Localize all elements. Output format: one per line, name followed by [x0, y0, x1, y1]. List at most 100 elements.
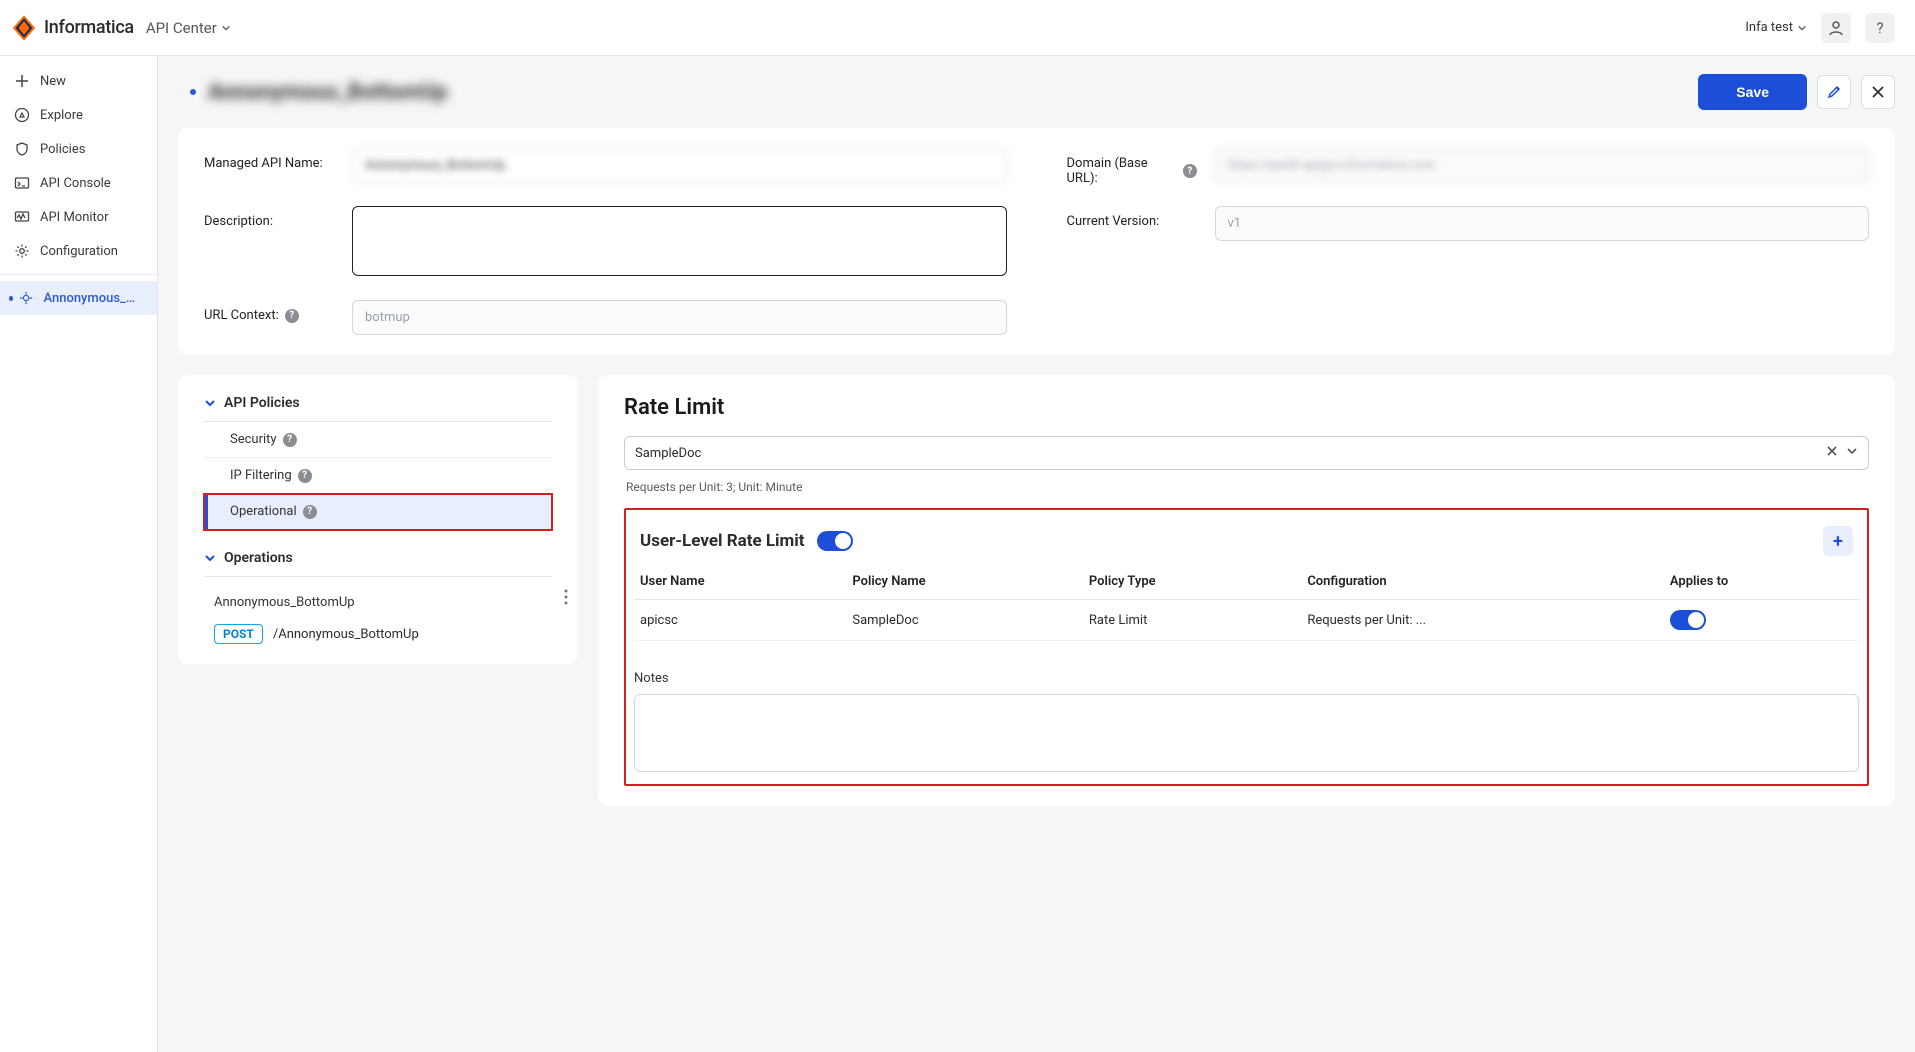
edit-icon: [1826, 84, 1842, 100]
unsaved-indicator-icon: [190, 89, 196, 95]
sidebar-item-active-api[interactable]: Annonymous_Bot...: [0, 281, 157, 315]
sidebar-item-explore[interactable]: Explore: [0, 98, 157, 132]
sidebar-item-api-console[interactable]: API Console: [0, 166, 157, 200]
user-level-title: User-Level Rate Limit: [640, 531, 805, 551]
save-button[interactable]: Save: [1698, 74, 1807, 110]
console-icon: [14, 175, 30, 191]
operation-name[interactable]: Annonymous_BottomUp: [204, 587, 552, 618]
sidebar-item-api-monitor[interactable]: API Monitor: [0, 200, 157, 234]
help-icon[interactable]: ?: [283, 433, 297, 447]
chevron-down-icon: [204, 397, 216, 409]
applies-to-toggle[interactable]: [1670, 610, 1706, 630]
version-input: [1215, 206, 1870, 241]
rate-limit-combo[interactable]: SampleDoc: [624, 436, 1869, 470]
notes-input[interactable]: [634, 694, 1859, 772]
description-label: Description:: [204, 206, 334, 229]
help-icon[interactable]: ?: [285, 309, 299, 323]
close-button[interactable]: [1861, 75, 1895, 109]
col-policy-type: Policy Type: [1083, 564, 1301, 600]
shield-icon: [14, 141, 30, 157]
plus-icon: [14, 73, 30, 89]
chevron-down-icon: [1846, 445, 1858, 457]
sidebar-item-configuration[interactable]: Configuration: [0, 234, 157, 268]
help-icon[interactable]: ?: [1183, 164, 1196, 178]
policy-item-label: Operational: [230, 504, 297, 519]
cell-policy-type: Rate Limit: [1083, 600, 1301, 641]
policy-item-ip-filtering[interactable]: IP Filtering ?: [204, 458, 552, 494]
policy-item-label: IP Filtering: [230, 468, 292, 483]
operation-path: /Annonymous_BottomUp: [273, 627, 419, 642]
question-icon: ?: [1876, 19, 1883, 37]
sidebar-item-label: New: [40, 74, 66, 89]
account-icon-button[interactable]: [1821, 13, 1851, 43]
user-level-toggle[interactable]: [817, 531, 853, 551]
sidebar-item-label: API Monitor: [40, 210, 109, 225]
sidebar-item-label: API Console: [40, 176, 111, 191]
rate-limit-title: Rate Limit: [624, 395, 1869, 420]
combo-dropdown[interactable]: [1846, 445, 1858, 461]
policy-item-security[interactable]: Security ?: [204, 422, 552, 458]
policy-item-operational[interactable]: Operational ?: [204, 494, 552, 530]
api-policies-toggle[interactable]: API Policies: [204, 395, 552, 422]
url-context-input: [352, 300, 1007, 335]
operations-heading: Operations: [224, 550, 293, 566]
kebab-menu[interactable]: [560, 585, 572, 613]
sidebar-item-label: Explore: [40, 108, 83, 123]
description-input[interactable]: [352, 206, 1007, 276]
url-context-label: URL Context:?: [204, 300, 334, 323]
active-dot-icon: [9, 296, 13, 301]
help-button[interactable]: ?: [1865, 13, 1895, 43]
gear-icon: [14, 243, 30, 259]
col-user-name: User Name: [634, 564, 846, 600]
operations-toggle[interactable]: Operations: [204, 550, 552, 577]
edit-button[interactable]: [1817, 75, 1851, 109]
sidebar-item-label: Policies: [40, 142, 85, 157]
sidebar: New Explore Policies API Console API Mon…: [0, 56, 158, 1052]
chevron-down-icon: [204, 552, 216, 564]
close-icon: [1871, 85, 1885, 99]
method-badge: POST: [214, 624, 263, 644]
policy-item-label: Security: [230, 432, 277, 447]
cell-user-name: apicsc: [634, 600, 846, 641]
app-switcher[interactable]: API Center: [146, 19, 231, 37]
notes-label: Notes: [634, 671, 669, 686]
col-policy-name: Policy Name: [846, 564, 1083, 600]
sidebar-item-label: Annonymous_Bot...: [43, 291, 143, 306]
plus-icon: +: [1833, 531, 1843, 552]
cell-applies-to: [1664, 600, 1859, 641]
managed-api-name-input[interactable]: [352, 148, 1007, 183]
chevron-down-icon: [221, 23, 231, 33]
domain-label: Domain (Base URL):?: [1067, 148, 1197, 186]
compass-icon: [14, 107, 30, 123]
user-icon: [1828, 20, 1844, 36]
operation-route[interactable]: POST /Annonymous_BottomUp: [204, 624, 552, 644]
kebab-icon: [564, 589, 568, 605]
combo-value: SampleDoc: [635, 446, 1818, 461]
monitor-icon: [14, 209, 30, 225]
cell-policy-name: SampleDoc: [846, 600, 1083, 641]
version-label: Current Version:: [1067, 206, 1197, 229]
brand-name: Informatica: [44, 17, 134, 38]
table-row[interactable]: apicsc SampleDoc Rate Limit Requests per…: [634, 600, 1859, 641]
sidebar-item-label: Configuration: [40, 244, 118, 259]
col-applies-to: Applies to: [1664, 564, 1859, 600]
page-title: Annonymous_BottomUp: [208, 80, 447, 105]
user-menu[interactable]: Infa test: [1745, 20, 1807, 35]
combo-clear[interactable]: [1826, 445, 1838, 461]
help-icon[interactable]: ?: [303, 505, 317, 519]
cell-configuration: Requests per Unit: ...: [1301, 600, 1664, 641]
sidebar-item-policies[interactable]: Policies: [0, 132, 157, 166]
api-icon: [19, 290, 33, 306]
brand-logo-icon: [10, 14, 38, 42]
domain-input: [1215, 148, 1870, 183]
sidebar-item-new[interactable]: New: [0, 64, 157, 98]
close-icon: [1826, 445, 1838, 457]
add-user-rate-limit-button[interactable]: +: [1823, 526, 1853, 556]
rate-limit-hint: Requests per Unit: 3; Unit: Minute: [626, 480, 1869, 494]
help-icon[interactable]: ?: [298, 469, 312, 483]
chevron-down-icon: [1797, 23, 1807, 33]
col-configuration: Configuration: [1301, 564, 1664, 600]
app-name-label: API Center: [146, 19, 217, 37]
user-label: Infa test: [1745, 20, 1793, 35]
api-policies-heading: API Policies: [224, 395, 300, 411]
